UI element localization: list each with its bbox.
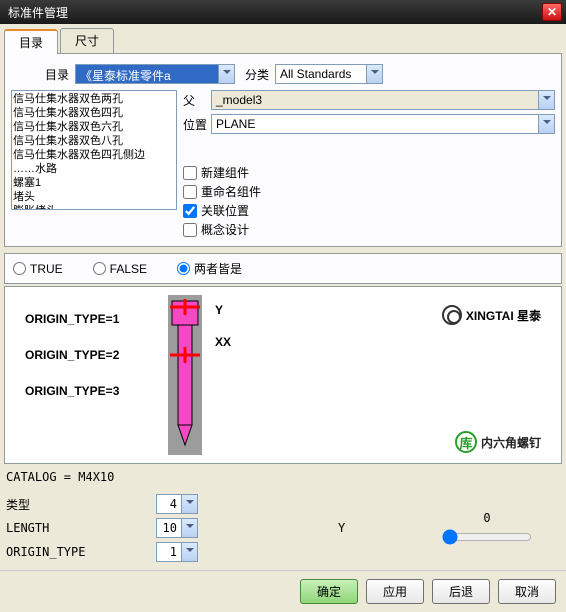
y-slider[interactable] bbox=[442, 529, 532, 545]
radio-false[interactable]: FALSE bbox=[93, 260, 147, 277]
check-merge[interactable]: 概念设计 bbox=[183, 221, 555, 238]
param-type-spinner[interactable]: 4 bbox=[156, 494, 198, 514]
position-label: 位置 bbox=[183, 116, 211, 133]
tab-catalog[interactable]: 目录 bbox=[4, 29, 58, 54]
list-item[interactable]: 螺塞1 bbox=[13, 176, 175, 190]
list-item[interactable]: 信马仕集水器双色六孔 bbox=[13, 120, 175, 134]
radio-true[interactable]: TRUE bbox=[13, 260, 63, 277]
ok-button[interactable]: 确定 bbox=[300, 579, 358, 604]
param-type-label: 类型 bbox=[6, 496, 156, 513]
close-button[interactable]: ✕ bbox=[542, 3, 562, 21]
parent-label: 父 bbox=[183, 92, 211, 109]
param-length-label: LENGTH bbox=[6, 521, 156, 535]
part-name-label: 内六角螺钉 bbox=[481, 434, 541, 451]
chevron-down-icon[interactable] bbox=[218, 65, 234, 83]
chevron-down-icon[interactable] bbox=[538, 115, 554, 133]
list-item[interactable]: 信马仕集水器双色八孔 bbox=[13, 134, 175, 148]
parent-combo[interactable]: _model3 bbox=[211, 90, 555, 110]
list-item[interactable]: 信马仕集水器双色四孔侧边 bbox=[13, 148, 175, 162]
origin-type-2-label: ORIGIN_TYPE=2 bbox=[25, 337, 119, 373]
list-item[interactable]: 堵头 bbox=[13, 190, 175, 204]
library-icon: 库 bbox=[455, 431, 477, 453]
origin-type-1-label: ORIGIN_TYPE=1 bbox=[25, 301, 119, 337]
brand-logo: XINGTAI 星泰 bbox=[442, 305, 541, 325]
radio-both[interactable]: 两者皆是 bbox=[177, 260, 242, 277]
close-icon: ✕ bbox=[547, 5, 557, 19]
slider-value: 0 bbox=[483, 511, 490, 525]
param-origin-label: ORIGIN_TYPE bbox=[6, 545, 156, 559]
preview-area: ORIGIN_TYPE=1 ORIGIN_TYPE=2 ORIGIN_TYPE=… bbox=[4, 286, 562, 464]
position-combo[interactable]: PLANE bbox=[211, 114, 555, 134]
param-origin-spinner[interactable]: 1 bbox=[156, 542, 198, 562]
dim-y-label: Y bbox=[215, 303, 231, 317]
origin-type-3-label: ORIGIN_TYPE=3 bbox=[25, 373, 119, 409]
chevron-down-icon[interactable] bbox=[181, 495, 197, 513]
tab-dimensions[interactable]: 尺寸 bbox=[60, 28, 114, 53]
apply-button[interactable]: 应用 bbox=[366, 579, 424, 604]
list-item[interactable]: 信马仕集水器双色两孔 bbox=[13, 92, 175, 106]
chevron-down-icon[interactable] bbox=[366, 65, 382, 83]
list-item[interactable]: 膨胀堵头 bbox=[13, 204, 175, 210]
category-label: 分类 bbox=[241, 66, 269, 83]
list-item[interactable]: 信马仕集水器双色四孔 bbox=[13, 106, 175, 120]
chevron-down-icon[interactable] bbox=[181, 519, 197, 537]
catalog-text: CATALOG = M4X10 bbox=[4, 464, 562, 490]
param-y-label: Y bbox=[338, 521, 345, 535]
cancel-button[interactable]: 取消 bbox=[498, 579, 556, 604]
param-length-spinner[interactable]: 10 bbox=[156, 518, 198, 538]
dim-xx-label: XX bbox=[215, 335, 231, 349]
category-combo[interactable]: All Standards bbox=[275, 64, 383, 84]
check-link-position[interactable]: 关联位置 bbox=[183, 202, 555, 219]
check-rename-group[interactable]: 重命名组件 bbox=[183, 183, 555, 200]
brand-ring-icon bbox=[442, 305, 462, 325]
screw-diagram bbox=[160, 295, 210, 458]
catalog-combo[interactable]: 《星泰标准零件a bbox=[75, 64, 235, 84]
chevron-down-icon[interactable] bbox=[181, 543, 197, 561]
back-button[interactable]: 后退 bbox=[432, 579, 490, 604]
check-new-group[interactable]: 新建组件 bbox=[183, 164, 555, 181]
chevron-down-icon[interactable] bbox=[538, 91, 554, 109]
window-title: 标准件管理 bbox=[4, 4, 542, 21]
parts-listbox[interactable]: 信马仕集水器双色两孔 信马仕集水器双色四孔 信马仕集水器双色六孔 信马仕集水器双… bbox=[11, 90, 177, 210]
list-item[interactable]: ……水路 bbox=[13, 162, 175, 176]
catalog-label: 目录 bbox=[41, 66, 69, 83]
